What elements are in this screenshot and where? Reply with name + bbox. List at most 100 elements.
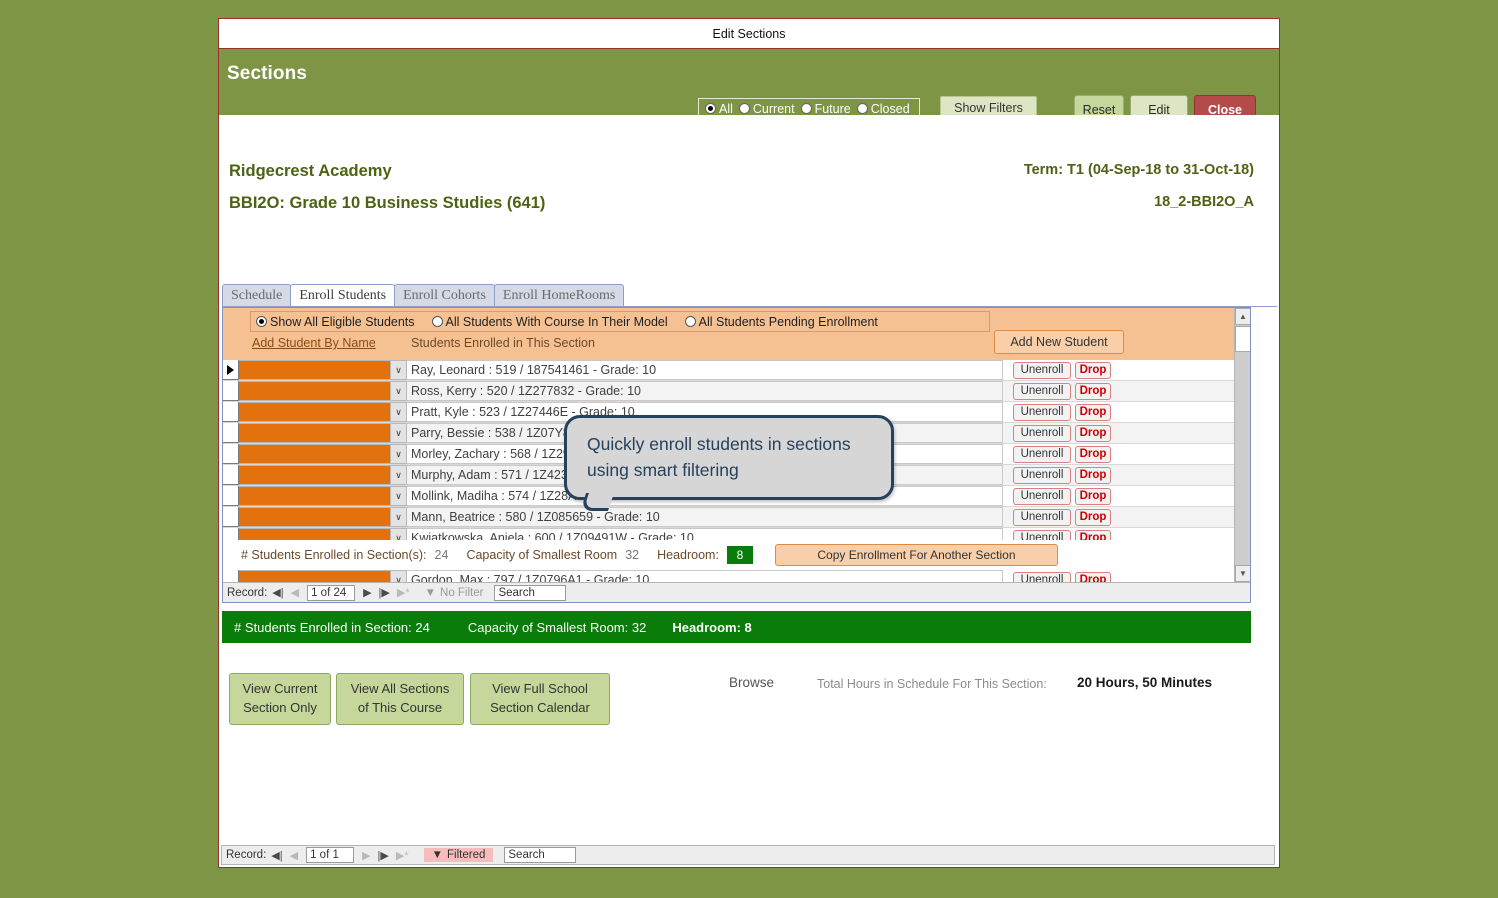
no-filter-indicator[interactable]: ▼ No Filter: [425, 587, 484, 599]
mode-option-label: All Students Pending Enrollment: [698, 314, 878, 329]
filtered-indicator[interactable]: ▼ Filtered: [423, 848, 494, 862]
row-actions: UnenrollDrop: [1003, 360, 1250, 380]
view-current-section-button[interactable]: View Current Section Only: [229, 673, 331, 725]
chevron-down-icon[interactable]: ∨: [391, 507, 407, 527]
chevron-down-icon[interactable]: ∨: [391, 360, 407, 380]
chevron-down-icon[interactable]: ∨: [391, 465, 407, 485]
row-selector[interactable]: [223, 381, 239, 401]
enrollment-status-bar: # Students Enrolled in Section: 24 Capac…: [222, 611, 1251, 643]
chevron-down-icon[interactable]: ∨: [391, 402, 407, 422]
copy-enrollment-button[interactable]: Copy Enrollment For Another Section: [774, 544, 1058, 566]
student-picker-cell[interactable]: [239, 465, 391, 485]
new-record-icon[interactable]: ▶*: [394, 849, 411, 862]
scroll-down-icon[interactable]: ▼: [1235, 565, 1250, 582]
record-position-input[interactable]: 1 of 24: [307, 584, 356, 601]
student-picker-cell[interactable]: [239, 423, 391, 443]
row-selector[interactable]: [223, 423, 239, 443]
drop-button[interactable]: Drop: [1075, 403, 1111, 421]
add-new-student-button[interactable]: Add New Student: [994, 330, 1124, 354]
capacity-label: Capacity of Smallest Room: [466, 548, 618, 562]
chevron-down-icon[interactable]: ∨: [391, 444, 407, 464]
subform-stats: # Students Enrolled in Section(s): 24 Ca…: [223, 540, 1234, 570]
first-record-icon[interactable]: ◀|: [269, 849, 284, 862]
capacity-value: 32: [625, 548, 640, 562]
total-hours-value: 20 Hours, 50 Minutes: [1077, 675, 1213, 690]
last-record-icon[interactable]: |▶: [376, 849, 391, 862]
last-record-icon[interactable]: |▶: [377, 586, 392, 599]
drop-button[interactable]: Drop: [1075, 466, 1111, 484]
previous-record-icon[interactable]: ◀: [288, 849, 300, 862]
student-picker-cell[interactable]: [239, 486, 391, 506]
drop-button[interactable]: Drop: [1075, 487, 1111, 505]
callout-tail: [580, 493, 614, 511]
table-row[interactable]: ∨ Ross, Kerry : 520 / 1Z277832 - Grade: 1…: [223, 381, 1250, 402]
filter-option-closed[interactable]: Closed: [856, 102, 913, 116]
unenroll-button[interactable]: Unenroll: [1013, 487, 1071, 505]
next-record-icon[interactable]: ▶: [360, 849, 372, 862]
row-actions: UnenrollDrop: [1003, 444, 1250, 464]
drop-button[interactable]: Drop: [1075, 361, 1111, 379]
current-record-arrow-icon: [227, 365, 234, 375]
student-picker-cell[interactable]: [239, 360, 391, 380]
drop-button[interactable]: Drop: [1075, 445, 1111, 463]
row-selector[interactable]: [223, 402, 239, 422]
row-selector[interactable]: [223, 507, 239, 527]
student-picker-cell[interactable]: [239, 507, 391, 527]
student-picker-cell[interactable]: [239, 402, 391, 422]
subform-vertical-scrollbar[interactable]: ▲ ▼: [1234, 308, 1250, 582]
tab-enroll-cohorts[interactable]: Enroll Cohorts: [394, 284, 495, 306]
add-student-by-name-link[interactable]: Add Student By Name: [252, 336, 376, 350]
row-selector[interactable]: [223, 486, 239, 506]
row-actions: UnenrollDrop: [1003, 486, 1250, 506]
subform-header: Show All Eligible Students All Students …: [223, 308, 1250, 360]
row-selector[interactable]: [223, 360, 239, 380]
record-position-input[interactable]: 1 of 1: [306, 847, 355, 863]
view-full-school-calendar-button[interactable]: View Full School Section Calendar: [470, 673, 610, 725]
next-record-icon[interactable]: ▶: [361, 586, 373, 599]
previous-record-icon[interactable]: ◀: [289, 586, 301, 599]
form-search-input[interactable]: Search: [504, 847, 577, 863]
unenroll-button[interactable]: Unenroll: [1013, 424, 1071, 442]
radio-icon: [256, 316, 267, 327]
drop-button[interactable]: Drop: [1075, 424, 1111, 442]
radio-icon: [705, 103, 716, 114]
tab-enroll-homerooms[interactable]: Enroll HomeRooms: [493, 284, 625, 306]
subform-search-input[interactable]: Search: [494, 584, 567, 601]
table-row[interactable]: ∨ Mann, Beatrice : 580 / 1Z085659 - Grade…: [223, 507, 1250, 528]
filter-option-future[interactable]: Future: [800, 102, 854, 116]
view-all-sections-button[interactable]: View All Sections of This Course: [336, 673, 464, 725]
mode-option-pending[interactable]: All Students Pending Enrollment: [684, 314, 881, 329]
student-picker-cell[interactable]: [239, 444, 391, 464]
filter-label: No Filter: [440, 586, 484, 599]
tab-schedule[interactable]: Schedule: [222, 284, 292, 306]
scroll-up-icon[interactable]: ▲: [1235, 308, 1250, 325]
add-new-student-label: Add New Student: [1010, 335, 1108, 349]
unenroll-button[interactable]: Unenroll: [1013, 466, 1071, 484]
mode-option-in-model[interactable]: All Students With Course In Their Model: [431, 315, 671, 329]
unenroll-button[interactable]: Unenroll: [1013, 508, 1071, 526]
drop-button[interactable]: Drop: [1075, 508, 1111, 526]
unenroll-button[interactable]: Unenroll: [1013, 382, 1071, 400]
unenroll-button[interactable]: Unenroll: [1013, 403, 1071, 421]
student-name-cell: Ross, Kerry : 520 / 1Z277832 - Grade: 10: [407, 381, 1003, 401]
drop-button[interactable]: Drop: [1075, 382, 1111, 400]
mode-option-eligible[interactable]: Show All Eligible Students: [256, 315, 418, 329]
first-record-icon[interactable]: ◀|: [270, 586, 285, 599]
table-row[interactable]: ∨ Ray, Leonard : 519 / 187541461 - Grade:…: [223, 360, 1250, 381]
row-selector[interactable]: [223, 444, 239, 464]
chevron-down-icon[interactable]: ∨: [391, 423, 407, 443]
scrollbar-thumb[interactable]: [1235, 326, 1250, 352]
tab-enroll-students[interactable]: Enroll Students: [290, 284, 396, 306]
window-titlebar: Edit Sections: [219, 19, 1279, 49]
unenroll-button[interactable]: Unenroll: [1013, 445, 1071, 463]
student-picker-cell[interactable]: [239, 381, 391, 401]
row-selector[interactable]: [223, 465, 239, 485]
form-record-navigator: Record: ◀| ◀ 1 of 1 ▶ |▶ ▶* ▼ Filtered S…: [221, 845, 1275, 865]
filter-option-current[interactable]: Current: [738, 101, 798, 116]
new-record-icon[interactable]: ▶*: [395, 586, 412, 599]
chevron-down-icon[interactable]: ∨: [391, 486, 407, 506]
filter-option-all[interactable]: All: [705, 102, 736, 116]
filter-option-label: Current: [752, 101, 795, 116]
chevron-down-icon[interactable]: ∨: [391, 381, 407, 401]
unenroll-button[interactable]: Unenroll: [1013, 361, 1071, 379]
